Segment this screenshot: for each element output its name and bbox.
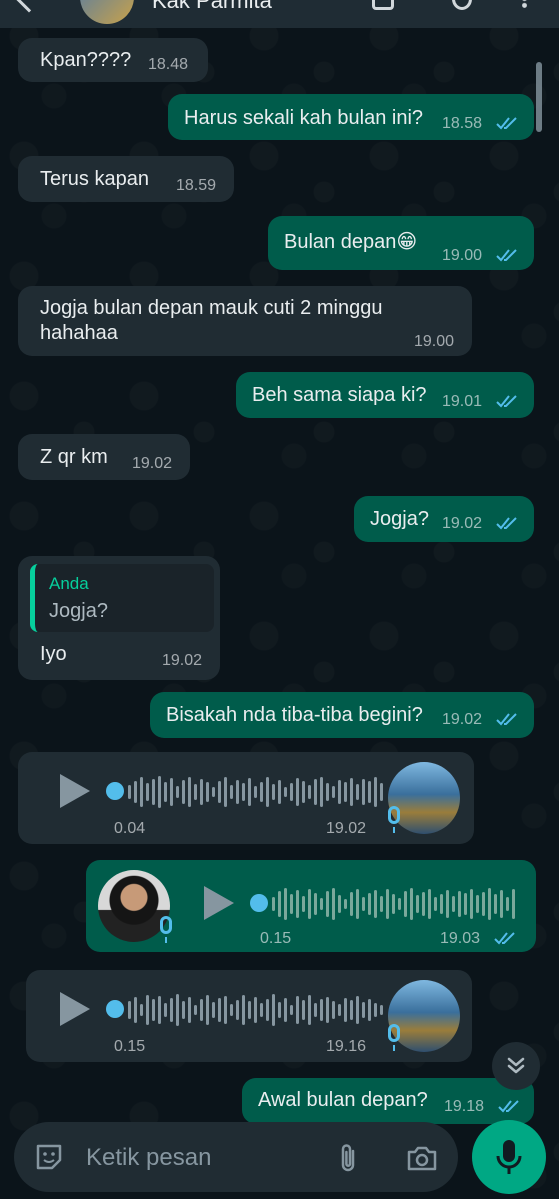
voice-message-incoming[interactable]: 0.04 19.02: [18, 752, 474, 844]
voice-waveform[interactable]: [128, 774, 383, 810]
mic-icon: [388, 1024, 400, 1051]
back-arrow-icon[interactable]: [13, 0, 45, 13]
message-incoming-reply[interactable]: Anda Jogja? Iyo 19.02: [18, 556, 220, 680]
contact-name[interactable]: Kak Parmita: [152, 0, 272, 14]
voice-message-incoming[interactable]: 0.15 19.16: [26, 970, 472, 1062]
message-outgoing[interactable]: Beh sama siapa ki? 19.01: [236, 372, 534, 418]
message-time: 19.18: [444, 1098, 485, 1115]
message-text: Kpan????: [40, 49, 132, 71]
attach-icon[interactable]: [338, 1142, 358, 1174]
message-text: Terus kapan: [40, 168, 149, 190]
scrollbar[interactable]: [536, 62, 542, 132]
video-call-icon[interactable]: [372, 0, 394, 10]
chevron-double-down-icon: [507, 1057, 525, 1074]
read-check-icon: [496, 712, 518, 726]
sender-avatar: [98, 870, 170, 942]
message-time: 19.02: [162, 652, 203, 669]
voice-duration: 0.04: [114, 820, 146, 837]
message-incoming[interactable]: Terus kapan 18.59: [18, 156, 234, 202]
message-time: 19.02: [326, 820, 367, 837]
message-outgoing[interactable]: Awal bulan depan? 19.18: [242, 1078, 534, 1124]
playback-position[interactable]: [250, 894, 268, 912]
voice-waveform[interactable]: [128, 992, 383, 1028]
message-text: Bisakah nda tiba-tiba begini?: [166, 704, 423, 726]
message-time: 18.48: [148, 56, 189, 73]
message-input[interactable]: Ketik pesan: [86, 1144, 211, 1172]
read-check-icon: [498, 1099, 520, 1113]
message-incoming[interactable]: Kpan???? 18.48: [18, 38, 208, 82]
voice-duration: 0.15: [260, 930, 292, 947]
message-outgoing[interactable]: Jogja? 19.02: [354, 496, 534, 542]
message-text: Awal bulan depan?: [258, 1089, 428, 1111]
message-time: 19.00: [414, 333, 455, 350]
message-time: 19.02: [442, 515, 483, 532]
quoted-sender: Anda: [49, 574, 89, 593]
message-text: Iyo: [40, 643, 67, 665]
scroll-to-bottom-button[interactable]: [492, 1042, 540, 1090]
play-icon[interactable]: [204, 886, 234, 920]
mic-icon: [388, 806, 400, 833]
message-composer[interactable]: Ketik pesan: [14, 1122, 458, 1192]
voice-waveform[interactable]: [272, 886, 515, 922]
read-check-icon: [496, 394, 518, 408]
message-incoming[interactable]: Jogja bulan depan mauk cuti 2 minggu hah…: [18, 286, 472, 356]
play-icon[interactable]: [60, 992, 90, 1026]
more-icon[interactable]: [522, 0, 527, 8]
message-text-line-2: hahahaa: [40, 322, 118, 344]
read-check-icon: [496, 516, 518, 530]
sticker-icon[interactable]: [34, 1142, 64, 1172]
read-check-icon: [496, 248, 518, 262]
message-text: Harus sekali kah bulan ini?: [184, 107, 424, 129]
phone-icon[interactable]: [452, 0, 472, 10]
message-text: Bulan depan😁: [284, 231, 418, 253]
voice-duration: 0.15: [114, 1038, 146, 1055]
message-outgoing[interactable]: Bulan depan😁 19.00: [268, 216, 534, 270]
message-outgoing[interactable]: Harus sekali kah bulan ini? 18.58: [168, 94, 534, 140]
voice-message-outgoing[interactable]: 0.15 19.03: [86, 860, 536, 952]
message-incoming[interactable]: Z qr km 19.02: [18, 434, 190, 480]
message-outgoing[interactable]: Bisakah nda tiba-tiba begini? 19.02: [150, 692, 534, 738]
chat-header: Kak Parmita: [0, 0, 559, 28]
quoted-text: Jogja?: [49, 600, 108, 622]
read-check-icon: [494, 931, 516, 945]
message-text-line-1: Jogja bulan depan mauk cuti 2 minggu: [40, 297, 383, 319]
play-icon[interactable]: [60, 774, 90, 808]
camera-icon[interactable]: [406, 1144, 438, 1172]
sender-avatar: [388, 762, 460, 834]
message-text: Jogja?: [370, 508, 429, 530]
mic-icon: [160, 916, 172, 943]
message-time: 19.01: [442, 393, 483, 410]
voice-record-button[interactable]: [472, 1120, 546, 1194]
read-check-icon: [496, 116, 518, 130]
message-text: Beh sama siapa ki?: [252, 384, 427, 406]
message-time: 18.59: [176, 177, 217, 194]
playback-position[interactable]: [106, 782, 124, 800]
message-time: 19.00: [442, 247, 483, 264]
message-time: 19.16: [326, 1038, 367, 1055]
message-time: 18.58: [442, 115, 483, 132]
contact-avatar[interactable]: [80, 0, 134, 24]
message-time: 19.02: [442, 711, 483, 728]
message-time: 19.03: [440, 930, 481, 947]
mic-icon: [496, 1140, 522, 1174]
quoted-message[interactable]: Anda Jogja?: [30, 564, 214, 632]
sender-avatar: [388, 980, 460, 1052]
message-text: Z qr km: [40, 446, 108, 468]
message-time: 19.02: [132, 455, 173, 472]
playback-position[interactable]: [106, 1000, 124, 1018]
